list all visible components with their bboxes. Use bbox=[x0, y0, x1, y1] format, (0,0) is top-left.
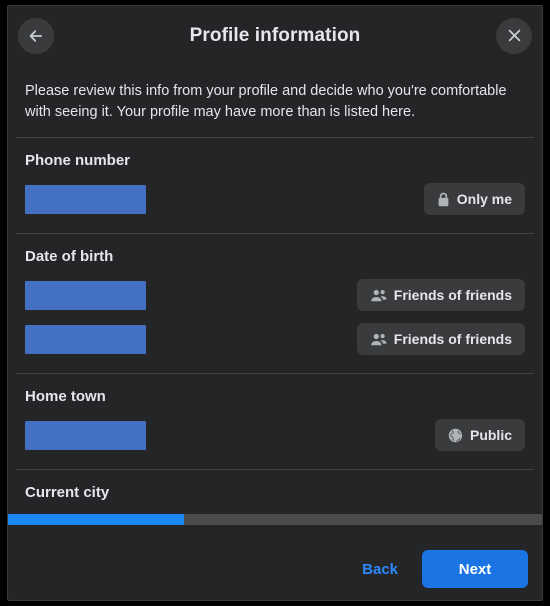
profile-information-dialog: Profile information Please review this i… bbox=[7, 5, 543, 601]
section-home-town: Home town Public bbox=[8, 374, 542, 469]
redacted-value bbox=[25, 420, 146, 450]
audience-selector-friends-of-friends[interactable]: Friends of friends bbox=[356, 279, 525, 311]
audience-row: Public bbox=[25, 419, 525, 451]
arrow-left-icon bbox=[27, 27, 45, 45]
dialog-body: Please review this info from your profil… bbox=[8, 65, 542, 514]
globe-icon bbox=[448, 428, 463, 443]
audience-row: Friends of friends bbox=[25, 279, 525, 311]
redacted-value bbox=[25, 184, 146, 214]
dialog-header: Profile information bbox=[8, 6, 542, 65]
audience-row: Friends of friends bbox=[25, 323, 525, 355]
redacted-value bbox=[25, 324, 146, 354]
dialog-footer: Back Next bbox=[8, 514, 542, 600]
audience-selector-public[interactable]: Public bbox=[434, 419, 525, 451]
section-title: Phone number bbox=[25, 152, 131, 169]
audience-row: Only me bbox=[25, 183, 525, 215]
section-phone-number: Phone number Only me bbox=[8, 138, 542, 233]
section-title: Date of birth bbox=[25, 248, 114, 265]
friends-icon bbox=[370, 289, 387, 302]
progress-bar-fill bbox=[8, 514, 185, 525]
close-icon bbox=[506, 27, 523, 44]
back-link[interactable]: Back bbox=[352, 553, 408, 586]
friends-icon bbox=[370, 333, 387, 346]
intro-text: Please review this info from your profil… bbox=[25, 83, 507, 120]
audience-label: Public bbox=[469, 427, 512, 443]
section-title: Home town bbox=[25, 388, 106, 405]
next-button[interactable]: Next bbox=[422, 550, 528, 588]
footer-actions: Back Next bbox=[352, 550, 528, 588]
back-button[interactable] bbox=[18, 17, 54, 54]
redacted-value bbox=[25, 280, 146, 310]
audience-label: Friends of friends bbox=[393, 287, 512, 303]
page-title: Profile information bbox=[189, 24, 361, 46]
section-title: Current city bbox=[25, 484, 110, 501]
section-date-of-birth: Date of birth Friends of friends Friends… bbox=[8, 234, 542, 373]
audience-selector-friends-of-friends[interactable]: Friends of friends bbox=[356, 323, 525, 355]
progress-bar bbox=[8, 514, 542, 525]
lock-icon bbox=[437, 192, 450, 207]
audience-selector-only-me[interactable]: Only me bbox=[423, 183, 525, 215]
close-button[interactable] bbox=[496, 17, 532, 54]
section-current-city: Current city bbox=[8, 470, 542, 514]
audience-label: Only me bbox=[456, 191, 512, 207]
audience-label: Friends of friends bbox=[393, 331, 512, 347]
